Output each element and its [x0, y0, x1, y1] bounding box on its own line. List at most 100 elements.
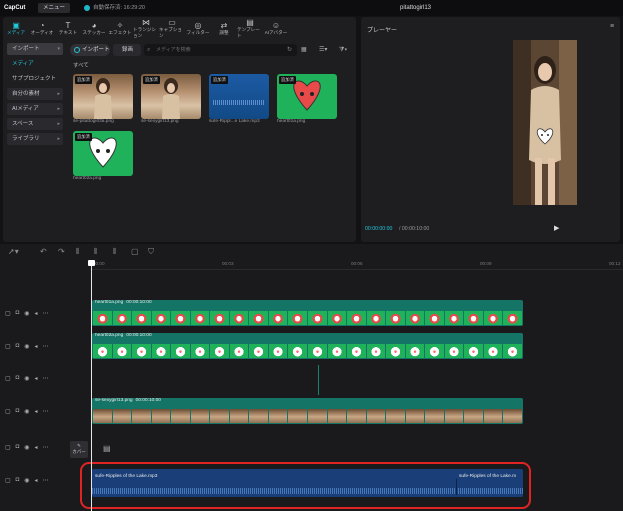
delete-icon[interactable]: ▢: [131, 247, 139, 256]
media-card[interactable]: 追加済 se-pitattogirl3a.png: [73, 74, 135, 124]
more-icon[interactable]: ⋯: [43, 408, 49, 418]
playhead-handle[interactable]: [88, 260, 95, 266]
video-clip[interactable]: heart01a.png 00:00:10:00: [92, 300, 523, 326]
sidebar-item-label: 自分の素材: [12, 91, 40, 97]
lock-icon[interactable]: ◘: [16, 444, 20, 454]
toolbar-filter[interactable]: ◎ フィルター: [185, 17, 211, 39]
sticker-icon: ◕: [91, 20, 97, 30]
lock-icon[interactable]: ◘: [16, 310, 20, 320]
toolbar-caption[interactable]: ▭ キャプション: [159, 17, 185, 39]
more-icon[interactable]: ⋯: [43, 477, 49, 487]
toolbar-effect[interactable]: ✧ エフェクト: [107, 17, 133, 39]
track-icon[interactable]: ▢: [5, 343, 11, 353]
sidebar-item[interactable]: インポート ▾: [7, 43, 63, 55]
sidebar-item[interactable]: メディア: [7, 58, 63, 70]
timeline-toolbar: ➚▾ ↶ ↷ ⫴ ⫴ ⫴ ▢ ⛉: [0, 244, 623, 260]
select-tool-icon[interactable]: ➚▾: [8, 247, 19, 256]
import-tab[interactable]: インポート: [70, 44, 110, 56]
current-timecode: 00:00:00:00: [365, 226, 393, 232]
frame-thumbnail: [366, 311, 386, 325]
split-left-icon[interactable]: ⫴: [94, 247, 97, 257]
media-card[interactable]: 追加済 heart01a.png: [277, 74, 339, 124]
play-button[interactable]: ▶: [554, 224, 559, 232]
volume-icon[interactable]: ◂: [35, 343, 38, 353]
redo-icon[interactable]: ↷: [58, 247, 65, 256]
more-icon[interactable]: ⋯: [43, 375, 49, 385]
toolbar-adjust[interactable]: ⇄ 調整: [211, 17, 237, 39]
track-icon[interactable]: ▢: [5, 477, 11, 487]
added-badge: 追加済: [75, 133, 92, 141]
cover-button[interactable]: ✎ カバー: [70, 441, 88, 458]
toolbar-media[interactable]: ▣ メディア: [3, 17, 29, 39]
eye-icon[interactable]: ◉: [24, 444, 29, 454]
playhead[interactable]: [91, 261, 92, 511]
media-search-input[interactable]: メディアを検索: [144, 44, 297, 56]
track-icon[interactable]: ▢: [5, 444, 11, 454]
video-clip[interactable]: heart02a.png 00:00:10:00: [92, 333, 523, 359]
player-menu-icon[interactable]: ≡: [610, 23, 614, 30]
record-tab[interactable]: 録画: [113, 44, 141, 56]
top-toolbar: ▣ メディア ◔ オーディオ T テキスト ◕ ステッカー ✧ エフェクト ⋈ トランジション ▭ キャプ…: [3, 17, 356, 39]
toolbar-ai-avatar[interactable]: ☺ AIアバター: [263, 17, 289, 39]
cover-track-header: ▢ ◘ ◉ ◂ ⋯: [5, 444, 65, 454]
menu-button[interactable]: メニュー: [38, 3, 70, 13]
more-icon[interactable]: ⋯: [43, 310, 49, 320]
effect-icon: ✧: [116, 20, 124, 30]
lock-icon[interactable]: ◘: [16, 477, 20, 487]
sidebar-item[interactable]: AIメディア ▸: [7, 103, 63, 115]
video-preview[interactable]: [513, 40, 577, 205]
sidebar-item[interactable]: 自分の素材 ▸: [7, 88, 63, 100]
media-card[interactable]: 追加済 sufe-Rippl...e Lake.mp3: [209, 74, 271, 124]
video-clip[interactable]: se-sexygirl13.png 00:00:10:00: [92, 398, 523, 424]
eye-icon[interactable]: ◉: [24, 408, 29, 418]
toolbar-text[interactable]: T テキスト: [55, 17, 81, 39]
lock-icon[interactable]: ◘: [16, 408, 20, 418]
split-icon[interactable]: ⫴: [76, 247, 79, 257]
more-icon[interactable]: ⋯: [43, 444, 49, 454]
time-ruler[interactable]: 00:00 00:03 00:06 00:09 00:12: [90, 260, 623, 270]
toolbar-sticker[interactable]: ◕ ステッカー: [81, 17, 107, 39]
sidebar-item[interactable]: スペース ▸: [7, 118, 63, 130]
frame-thumbnail: [347, 311, 366, 325]
filter-icon[interactable]: ⧩▾: [339, 44, 347, 56]
transition-icon: ⋈: [142, 17, 150, 27]
undo-icon[interactable]: ↶: [40, 247, 47, 256]
sort-icon[interactable]: ☰▾: [319, 44, 327, 56]
eye-icon[interactable]: ◉: [24, 375, 29, 385]
eye-icon[interactable]: ◉: [24, 343, 29, 353]
grid-view-icon[interactable]: ▦: [301, 44, 307, 56]
track-icon[interactable]: ▢: [5, 310, 11, 320]
frame-thumbnail: [308, 311, 327, 325]
volume-icon[interactable]: ◂: [35, 444, 38, 454]
volume-icon[interactable]: ◂: [35, 408, 38, 418]
lock-icon[interactable]: ◘: [16, 343, 20, 353]
media-card[interactable]: 追加済 heart02a.png: [73, 131, 135, 181]
volume-icon[interactable]: ◂: [35, 375, 38, 385]
track-icon[interactable]: ▢: [5, 408, 11, 418]
player-title: プレーヤー: [367, 28, 398, 34]
shield-icon[interactable]: ⛉: [148, 247, 154, 257]
frame-thumbnail: [327, 311, 347, 325]
frame-thumbnail: [210, 344, 229, 358]
refresh-icon[interactable]: ↻: [287, 44, 292, 56]
frame-thumbnail: [503, 311, 523, 325]
eye-icon[interactable]: ◉: [24, 310, 29, 320]
toolbar-label: フィルター: [186, 29, 210, 35]
clip-label: se-sexygirl13.png 00:00:10:00: [95, 398, 161, 403]
track-icon[interactable]: ▢: [5, 375, 11, 385]
frame-thumbnail: [503, 344, 523, 358]
eye-icon[interactable]: ◉: [24, 477, 29, 487]
project-title[interactable]: pitattogirl13: [400, 0, 431, 16]
toolbar-template[interactable]: ▤ テンプレート: [237, 17, 263, 39]
split-right-icon[interactable]: ⫴: [113, 247, 116, 257]
toolbar-audio[interactable]: ◔ オーディオ: [29, 17, 55, 39]
volume-icon[interactable]: ◂: [35, 310, 38, 320]
media-card[interactable]: 追加済 se-sexygirl13.png: [141, 74, 203, 124]
lock-icon[interactable]: ◘: [16, 375, 20, 385]
volume-icon[interactable]: ◂: [35, 477, 38, 487]
frame-thumbnail: [464, 409, 483, 423]
sidebar-item[interactable]: ライブラリ ▸: [7, 133, 63, 145]
more-icon[interactable]: ⋯: [43, 343, 49, 353]
toolbar-transition[interactable]: ⋈ トランジション: [133, 17, 159, 39]
sidebar-item[interactable]: サブプロジェクト: [7, 73, 63, 85]
